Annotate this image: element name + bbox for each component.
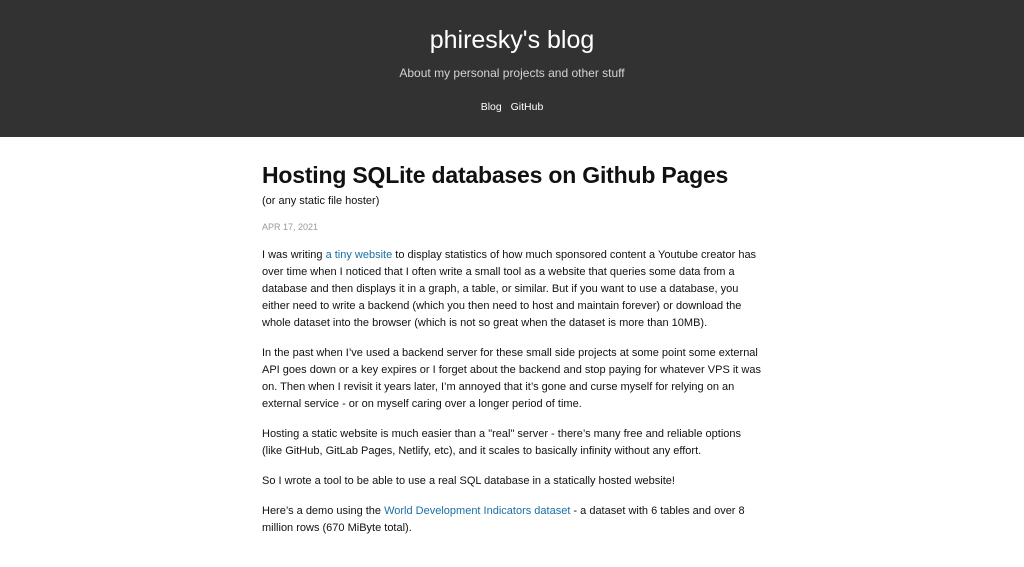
post-body: I was writing a tiny website to display … xyxy=(262,247,762,537)
site-nav: Blog GitHub xyxy=(0,101,1024,114)
tiny-website-link[interactable]: a tiny website xyxy=(326,249,393,261)
post-subtitle: (or any static file hoster) xyxy=(262,195,380,207)
paragraph-5-text-before: Here’s a demo using the xyxy=(262,505,385,517)
nav-link-blog[interactable]: Blog xyxy=(481,101,502,113)
site-header: phiresky's blog About my personal projec… xyxy=(0,0,1024,137)
site-title[interactable]: phiresky's blog xyxy=(0,23,1024,57)
paragraph-5: Here’s a demo using the World Developmen… xyxy=(262,503,762,537)
paragraph-2: In the past when I’ve used a backend ser… xyxy=(262,347,761,410)
paragraph-3: Hosting a static website is much easier … xyxy=(262,428,742,457)
site-subtitle: About my personal projects and other stu… xyxy=(399,66,625,80)
post-article: Hosting SQLite databases on Github Pages… xyxy=(262,137,762,537)
wdi-dataset-link[interactable]: World Development Indicators dataset xyxy=(384,505,570,517)
paragraph-4: So I wrote a tool to be able to use a re… xyxy=(262,475,675,487)
nav-link-github[interactable]: GitHub xyxy=(511,101,544,113)
paragraph-1: I was writing a tiny website to display … xyxy=(262,247,762,332)
paragraph-1-text-before: I was writing xyxy=(262,249,326,261)
paragraph-1-text-after: to display statistics of how much sponso… xyxy=(262,249,757,329)
post-title: Hosting SQLite databases on Github Pages xyxy=(262,162,729,188)
post-date: APR 17, 2021 xyxy=(262,222,319,232)
